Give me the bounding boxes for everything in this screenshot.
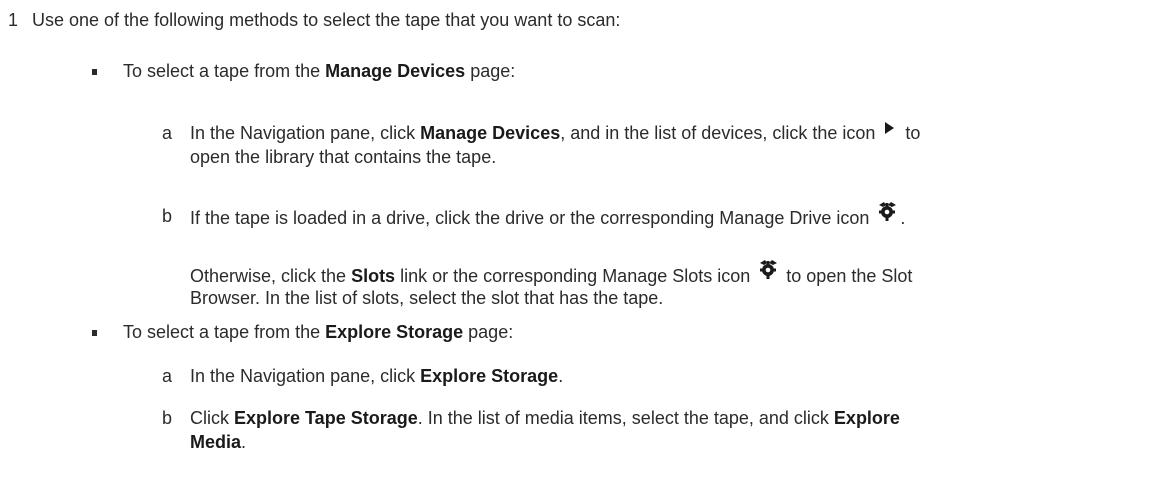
substep-letter-b: b <box>162 206 173 226</box>
bold-manage-devices: Manage Devices <box>325 61 466 81</box>
manage-slots-gear-icon <box>757 259 779 279</box>
substep-b-text: If the tape is loaded in a drive, click … <box>190 208 875 228</box>
otherwise-text: to open the Slot <box>781 266 913 286</box>
bullet-text-prefix: To select a tape from the <box>123 322 326 342</box>
otherwise-text: Otherwise, click the <box>190 266 352 286</box>
otherwise-line2: Browser. In the list of slots, select th… <box>190 288 664 308</box>
bold-slots: Slots <box>351 266 396 286</box>
manage-drive-gear-icon <box>876 201 898 221</box>
substep-letter-a: a <box>162 123 173 143</box>
bold-explore-storage-link: Explore Storage <box>420 366 559 386</box>
substep-letter-a: a <box>162 366 173 386</box>
substep-a-text: , and in the list of devices, click the … <box>560 123 881 143</box>
bold-media: Media <box>190 432 242 452</box>
substep-b-line2: Media. <box>190 430 246 455</box>
bold-manage-devices-link: Manage Devices <box>420 123 561 143</box>
bullet-marker <box>92 69 97 75</box>
bullet-marker <box>92 330 97 336</box>
substep-b-text: . <box>241 432 247 452</box>
substep-b-text: . <box>900 208 906 228</box>
bullet-manage-devices: To select a tape from the Manage Devices… <box>123 59 515 84</box>
substep-a-text: . <box>558 366 564 386</box>
substep-a-line1: In the Navigation pane, click Manage Dev… <box>190 121 920 146</box>
substep-a-line: In the Navigation pane, click Explore St… <box>190 364 563 389</box>
bullet-text-suffix: page: <box>463 322 514 342</box>
substep-a-text: In the Navigation pane, click <box>190 366 421 386</box>
bullet-explore-storage: To select a tape from the Explore Storag… <box>123 320 513 345</box>
step-text: Use one of the following methods to sele… <box>32 10 621 30</box>
substep-b-text: . In the list of media items, select the… <box>417 408 834 428</box>
otherwise-text: link or the corresponding Manage Slots i… <box>395 266 756 286</box>
substep-letter-b: b <box>162 408 173 428</box>
substep-a-text: to <box>900 123 921 143</box>
substep-b-text: Click <box>190 408 234 428</box>
bold-explore-media: Explore <box>833 408 900 428</box>
bold-explore-tape-storage: Explore Tape Storage <box>234 408 418 428</box>
substep-b-line1: If the tape is loaded in a drive, click … <box>190 201 906 231</box>
bullet-text-suffix: page: <box>465 61 516 81</box>
step-number: 1 <box>8 10 19 30</box>
substep-b-line1: Click Explore Tape Storage. In the list … <box>190 406 900 431</box>
bold-explore-storage: Explore Storage <box>325 322 464 342</box>
substep-a-line2: open the library that contains the tape. <box>190 147 497 167</box>
play-triangle-icon <box>882 121 896 135</box>
otherwise-line1: Otherwise, click the Slots link or the c… <box>190 259 913 289</box>
bullet-text-prefix: To select a tape from the <box>123 61 326 81</box>
substep-a-text: In the Navigation pane, click <box>190 123 421 143</box>
